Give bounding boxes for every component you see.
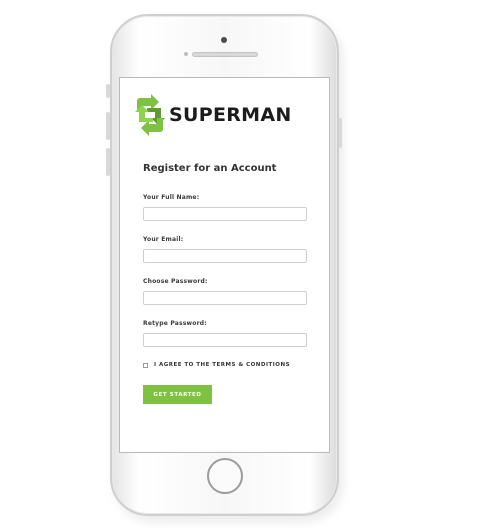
volume-up-button xyxy=(106,112,110,140)
volume-down-button xyxy=(106,148,110,176)
sensor-dot xyxy=(184,52,188,56)
terms-checkbox[interactable] xyxy=(143,362,148,368)
phone-screen: SUPERMAN Register for an Account Your Fu… xyxy=(119,77,330,453)
brand-logo: SUPERMAN xyxy=(134,94,292,136)
earpiece-speaker xyxy=(192,52,258,57)
terms-row[interactable]: I AGREE TO THE TERMS & CONDITIONS xyxy=(143,362,290,368)
full-name-input[interactable] xyxy=(143,207,307,221)
password-input[interactable] xyxy=(143,291,307,305)
retype-password-label: Retype Password: xyxy=(143,320,207,327)
mute-switch xyxy=(106,84,110,98)
full-name-label: Your Full Name: xyxy=(143,194,200,201)
get-started-button[interactable]: GET STARTED xyxy=(143,385,212,404)
password-label: Choose Password: xyxy=(143,278,208,285)
front-camera xyxy=(221,37,227,43)
retype-password-input[interactable] xyxy=(143,333,307,347)
home-button[interactable] xyxy=(207,458,243,494)
email-input[interactable] xyxy=(143,249,307,263)
brand-name: SUPERMAN xyxy=(169,103,292,126)
form-title: Register for an Account xyxy=(143,163,277,174)
terms-label[interactable]: I AGREE TO THE TERMS & CONDITIONS xyxy=(154,362,290,368)
email-label: Your Email: xyxy=(143,236,184,243)
power-button xyxy=(339,118,342,148)
recycle-arrows-icon xyxy=(134,94,166,136)
